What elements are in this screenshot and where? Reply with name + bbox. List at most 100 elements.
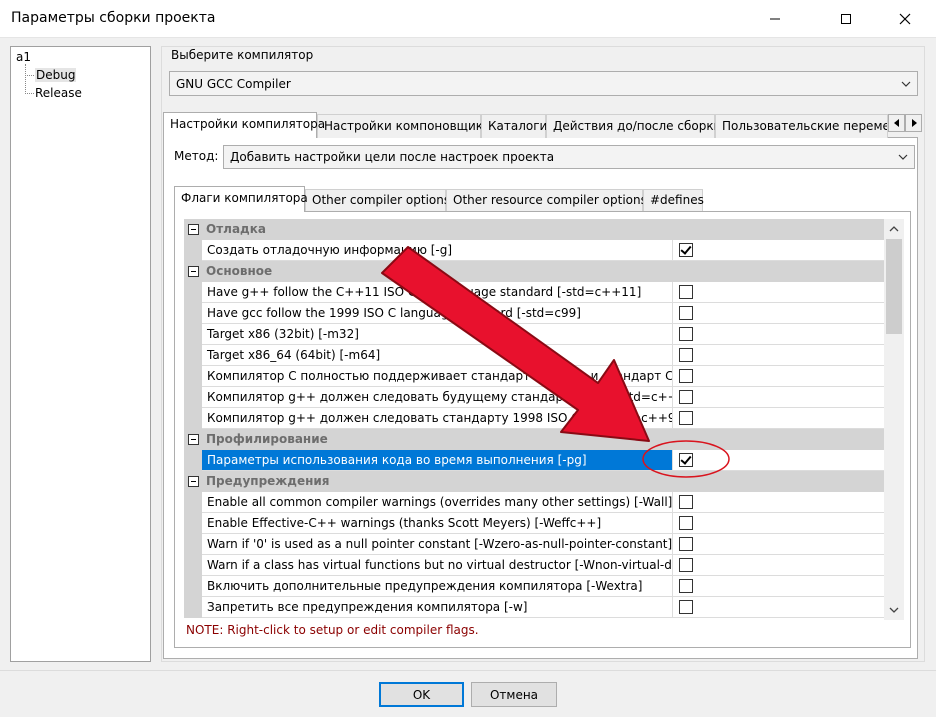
collapse-icon[interactable] xyxy=(188,224,199,235)
grid-category-label: Предупреждения xyxy=(206,474,330,488)
compiler-flags-grid[interactable]: Отладка Создать отладочную информацию [-g… xyxy=(184,219,884,620)
flag-checkbox[interactable] xyxy=(679,285,693,299)
close-button[interactable] xyxy=(882,0,928,38)
grid-category-label: Отладка xyxy=(206,222,266,236)
flag-checkbox[interactable] xyxy=(679,495,693,509)
flag-checkbox[interactable] xyxy=(679,516,693,530)
grid-row-gutter xyxy=(184,240,202,261)
grid-row[interactable]: Включить дополнительные предупреждения к… xyxy=(184,576,884,597)
collapse-icon[interactable] xyxy=(188,266,199,277)
minimize-icon xyxy=(770,18,780,20)
grid-row-label[interactable]: Компилятор С полностью поддерживает стан… xyxy=(202,366,673,387)
tab-directories[interactable]: Каталоги xyxy=(481,114,547,138)
scroll-up-button[interactable] xyxy=(884,219,904,239)
tab-scroll-left-button[interactable] xyxy=(888,114,905,132)
grid-row[interactable]: Enable Effective-C++ warnings (thanks Sc… xyxy=(184,513,884,534)
grid-row-label[interactable]: Warn if '0' is used as a null pointer co… xyxy=(202,534,673,555)
grid-row[interactable]: Have g++ follow the C++11 ISO C++ langua… xyxy=(184,282,884,303)
grid-row-label[interactable]: Enable Effective-C++ warnings (thanks Sc… xyxy=(202,513,673,534)
target-tree[interactable]: a1 Debug Release xyxy=(10,46,151,662)
tab-defines[interactable]: #defines xyxy=(643,189,704,211)
grid-row-label[interactable]: Компилятор g++ должен следовать стандарт… xyxy=(202,408,673,429)
flag-checkbox[interactable] xyxy=(679,327,693,341)
grid-row-gutter xyxy=(184,345,202,366)
grid-row[interactable]: Warn if '0' is used as a null pointer co… xyxy=(184,534,884,555)
tab-other-compiler-options[interactable]: Other compiler options xyxy=(305,189,450,211)
grid-row-label[interactable]: Enable all common compiler warnings (ove… xyxy=(202,492,673,513)
tree-item-release[interactable]: Release xyxy=(35,86,82,100)
grid-row-value xyxy=(673,555,884,576)
collapse-icon[interactable] xyxy=(188,434,199,445)
grid-row[interactable]: Target x86 (32bit) [-m32] xyxy=(184,324,884,345)
maximize-icon xyxy=(841,14,851,24)
grid-row-gutter xyxy=(184,324,202,345)
grid-category-row[interactable]: Основное xyxy=(184,261,884,282)
maximize-button[interactable] xyxy=(823,0,869,38)
arrow-up-icon xyxy=(889,226,899,232)
grid-row-value xyxy=(673,576,884,597)
grid-row[interactable]: Создать отладочную информацию [-g] xyxy=(184,240,884,261)
grid-row[interactable]: Запретить все предупреждения компилятора… xyxy=(184,597,884,618)
grid-row-value xyxy=(673,450,884,471)
grid-category-label: Профилирование xyxy=(206,432,328,446)
compiler-select[interactable]: GNU GCC Compiler xyxy=(169,71,918,96)
grid-row-label[interactable]: Параметры использования кода во время вы… xyxy=(202,450,673,471)
flag-checkbox[interactable] xyxy=(679,600,693,614)
grid-category-row[interactable]: Предупреждения xyxy=(184,471,884,492)
tab-compiler-flags[interactable]: Флаги компилятора xyxy=(174,186,308,212)
tab-scroll-right-button[interactable] xyxy=(905,114,922,132)
method-select[interactable]: Добавить настройки цели после настроек п… xyxy=(223,145,915,169)
grid-row-label[interactable]: Включить дополнительные предупреждения к… xyxy=(202,576,673,597)
grid-row-label[interactable]: Have gcc follow the 1999 ISO C language … xyxy=(202,303,673,324)
flag-checkbox[interactable] xyxy=(679,369,693,383)
close-icon xyxy=(899,13,911,25)
minimize-button[interactable] xyxy=(752,0,798,38)
tree-root[interactable]: a1 xyxy=(16,50,31,64)
grid-row[interactable]: Компилятор g++ должен следовать будущему… xyxy=(184,387,884,408)
flag-checkbox[interactable] xyxy=(679,537,693,551)
flag-checkbox[interactable] xyxy=(679,411,693,425)
grid-category-row[interactable]: Отладка xyxy=(184,219,884,240)
grid-row-label[interactable]: Компилятор g++ должен следовать будущему… xyxy=(202,387,673,408)
method-value: Добавить настройки цели после настроек п… xyxy=(230,150,555,164)
tree-item-debug[interactable]: Debug xyxy=(35,68,77,82)
grid-row-label[interactable]: Запретить все предупреждения компилятора… xyxy=(202,597,673,618)
checkmark-icon[interactable] xyxy=(679,453,693,467)
grid-row[interactable]: Have gcc follow the 1999 ISO C language … xyxy=(184,303,884,324)
grid-category-row[interactable]: Профилирование xyxy=(184,429,884,450)
cancel-button[interactable]: Отмена xyxy=(471,682,557,707)
grid-row-value xyxy=(673,324,884,345)
flag-checkbox[interactable] xyxy=(679,348,693,362)
grid-row[interactable]: Target x86_64 (64bit) [-m64] xyxy=(184,345,884,366)
tab-other-resource-compiler-options[interactable]: Other resource compiler options xyxy=(446,189,647,211)
footer-separator xyxy=(0,670,936,671)
flag-checkbox[interactable] xyxy=(679,579,693,593)
grid-row-label[interactable]: Создать отладочную информацию [-g] xyxy=(202,240,673,261)
chevron-down-icon xyxy=(898,154,908,160)
grid-row-value xyxy=(673,534,884,555)
tab-pre-post-build[interactable]: Действия до/после сборки xyxy=(546,114,721,138)
grid-row-label[interactable]: Warn if a class has virtual functions bu… xyxy=(202,555,673,576)
tree-line xyxy=(25,93,34,94)
checkmark-icon[interactable] xyxy=(679,243,693,257)
flag-checkbox[interactable] xyxy=(679,390,693,404)
grid-row[interactable]: Компилятор g++ должен следовать стандарт… xyxy=(184,408,884,429)
method-label: Метод: xyxy=(174,149,219,163)
tab-linker-settings[interactable]: Настройки компоновщика xyxy=(317,114,490,138)
ok-button[interactable]: OK xyxy=(379,682,464,707)
tab-custom-variables[interactable]: Пользовательские перемен xyxy=(715,114,888,138)
scrollbar-thumb[interactable] xyxy=(886,239,902,334)
flag-checkbox[interactable] xyxy=(679,306,693,320)
grid-row-label[interactable]: Target x86 (32bit) [-m32] xyxy=(202,324,673,345)
grid-row-label[interactable]: Have g++ follow the C++11 ISO C++ langua… xyxy=(202,282,673,303)
grid-row[interactable]: Warn if a class has virtual functions bu… xyxy=(184,555,884,576)
flag-checkbox[interactable] xyxy=(679,558,693,572)
grid-row-gutter xyxy=(184,282,202,303)
grid-row[interactable]: Параметры использования кода во время вы… xyxy=(184,450,884,471)
grid-row-label[interactable]: Target x86_64 (64bit) [-m64] xyxy=(202,345,673,366)
grid-row[interactable]: Enable all common compiler warnings (ove… xyxy=(184,492,884,513)
collapse-icon[interactable] xyxy=(188,476,199,487)
scroll-down-button[interactable] xyxy=(884,600,904,620)
grid-row[interactable]: Компилятор С полностью поддерживает стан… xyxy=(184,366,884,387)
tab-compiler-settings[interactable]: Настройки компилятора xyxy=(163,112,325,138)
